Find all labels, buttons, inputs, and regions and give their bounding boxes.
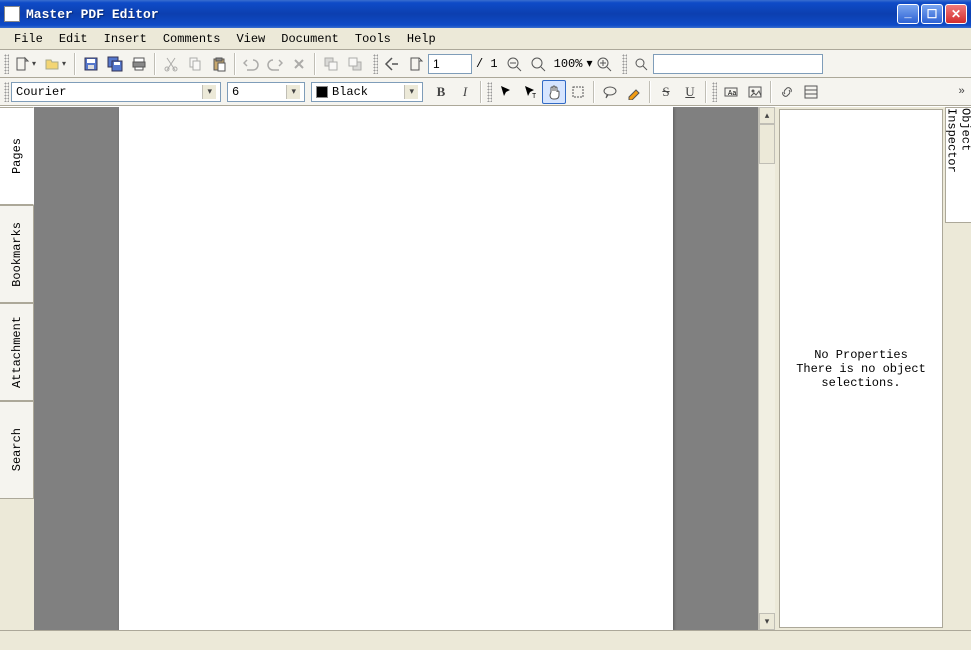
zoom-value-label: 100%	[550, 57, 587, 71]
chevron-down-icon: ▾	[286, 85, 300, 99]
toolbar-grip[interactable]	[712, 82, 717, 102]
pdf-page[interactable]	[119, 107, 673, 630]
search-input[interactable]	[653, 54, 823, 74]
toolbar-grip[interactable]	[373, 54, 378, 74]
toolbar-overflow[interactable]: »	[954, 86, 969, 98]
new-button[interactable]: ▾	[11, 52, 41, 76]
toolbar-grip[interactable]	[487, 82, 492, 102]
zoom-out-button[interactable]	[502, 52, 526, 76]
inspector-message-2: There is no object	[796, 362, 926, 376]
menu-bar: File Edit Insert Comments View Document …	[0, 28, 971, 50]
tab-pages[interactable]: Pages	[0, 107, 34, 205]
page-number-input[interactable]	[428, 54, 472, 74]
menu-file[interactable]: File	[6, 30, 51, 48]
undo-button[interactable]	[239, 52, 263, 76]
document-viewport[interactable]: ▴ ▾	[34, 107, 775, 630]
object-inspector-panel: No Properties There is no object selecti…	[779, 109, 943, 628]
paste-button[interactable]	[207, 52, 231, 76]
highlight-tool[interactable]	[622, 80, 646, 104]
menu-comments[interactable]: Comments	[155, 30, 229, 48]
copy-button[interactable]	[183, 52, 207, 76]
search-icon	[629, 52, 653, 76]
image-tool[interactable]	[743, 80, 767, 104]
save-all-button[interactable]	[103, 52, 127, 76]
tab-object-inspector[interactable]: Object Inspector	[945, 107, 971, 223]
font-name-value: Courier	[16, 85, 66, 99]
delete-button[interactable]	[287, 52, 311, 76]
tab-bookmarks[interactable]: Bookmarks	[0, 205, 34, 303]
status-bar	[0, 630, 971, 650]
minimize-button[interactable]: _	[897, 4, 919, 24]
menu-edit[interactable]: Edit	[51, 30, 96, 48]
tab-attachment[interactable]: Attachment	[0, 303, 34, 401]
bring-front-button[interactable]	[319, 52, 343, 76]
menu-help[interactable]: Help	[399, 30, 444, 48]
main-area: Pages Bookmarks Attachment Search ▴ ▾ No…	[0, 106, 971, 630]
scroll-up-button[interactable]: ▴	[759, 107, 775, 124]
maximize-button[interactable]: ☐	[921, 4, 943, 24]
document-canvas	[34, 107, 758, 630]
link-tool[interactable]	[775, 80, 799, 104]
hand-tool[interactable]	[542, 80, 566, 104]
toolbar-main: ▾ ▾ / 1 100% ▾	[0, 50, 971, 78]
right-sidebar-tabs: Object Inspector	[945, 107, 971, 630]
scroll-down-button[interactable]: ▾	[759, 613, 775, 630]
page-total-label: / 1	[472, 57, 502, 71]
close-button[interactable]: ✕	[945, 4, 967, 24]
underline-button[interactable]: U	[678, 80, 702, 104]
toolbar-grip[interactable]	[622, 54, 627, 74]
first-page-button[interactable]	[380, 52, 404, 76]
open-button[interactable]: ▾	[41, 52, 71, 76]
prev-page-button[interactable]	[404, 52, 428, 76]
italic-button[interactable]: I	[453, 80, 477, 104]
font-size-combo[interactable]: 6 ▾	[227, 82, 305, 102]
bold-button[interactable]: B	[429, 80, 453, 104]
text-box-tool[interactable]: Aa	[719, 80, 743, 104]
svg-text:Aa: Aa	[728, 90, 736, 98]
font-name-combo[interactable]: Courier ▾	[11, 82, 221, 102]
inspector-message-3: selections.	[821, 376, 900, 390]
scroll-thumb[interactable]	[759, 124, 775, 164]
cut-button[interactable]	[159, 52, 183, 76]
redo-button[interactable]	[263, 52, 287, 76]
select-tool[interactable]	[494, 80, 518, 104]
save-button[interactable]	[79, 52, 103, 76]
svg-text:T: T	[532, 93, 536, 100]
send-back-button[interactable]	[343, 52, 367, 76]
app-icon	[4, 6, 20, 22]
print-button[interactable]	[127, 52, 151, 76]
color-name-value: Black	[332, 85, 368, 99]
title-bar: Master PDF Editor _ ☐ ✕	[0, 0, 971, 28]
menu-document[interactable]: Document	[273, 30, 347, 48]
marquee-tool[interactable]	[566, 80, 590, 104]
color-swatch	[316, 86, 328, 98]
vertical-scrollbar[interactable]: ▴ ▾	[758, 107, 775, 630]
select-text-tool[interactable]: T	[518, 80, 542, 104]
toolbar-grip[interactable]	[4, 82, 9, 102]
chevron-down-icon: ▾	[202, 85, 216, 99]
menu-tools[interactable]: Tools	[347, 30, 399, 48]
left-sidebar-tabs: Pages Bookmarks Attachment Search	[0, 107, 34, 630]
comment-tool[interactable]	[598, 80, 622, 104]
menu-view[interactable]: View	[228, 30, 273, 48]
tab-search[interactable]: Search	[0, 401, 34, 499]
strikethrough-button[interactable]: S	[654, 80, 678, 104]
window-buttons: _ ☐ ✕	[897, 4, 967, 24]
menu-insert[interactable]: Insert	[96, 30, 155, 48]
font-size-value: 6	[232, 85, 239, 99]
window-title: Master PDF Editor	[26, 7, 897, 22]
chevron-down-icon: ▾	[404, 85, 418, 99]
zoom-in-button[interactable]	[592, 52, 616, 76]
toolbar-format: Courier ▾ 6 ▾ Black ▾ B I T S U Aa »	[0, 78, 971, 106]
form-tool[interactable]	[799, 80, 823, 104]
toolbar-grip[interactable]	[4, 54, 9, 74]
scroll-track[interactable]	[759, 124, 775, 613]
fit-page-button[interactable]	[526, 52, 550, 76]
font-color-combo[interactable]: Black ▾	[311, 82, 423, 102]
inspector-message-1: No Properties	[814, 348, 908, 362]
